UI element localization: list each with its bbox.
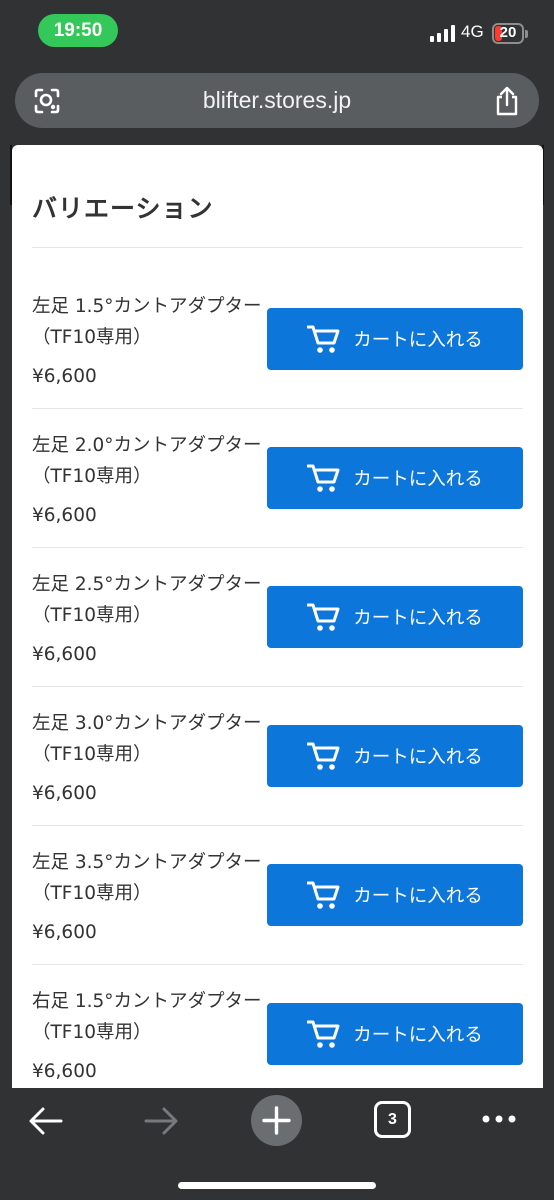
add-to-cart-button[interactable]: カートに入れる xyxy=(267,725,523,787)
divider xyxy=(32,964,523,965)
divider xyxy=(32,547,523,548)
address-bar[interactable]: blifter.stores.jp xyxy=(15,73,539,128)
variant-title: 左足 3.0°カントアダプター（TF10専用） xyxy=(32,713,262,765)
variant-price: ¥6,600 xyxy=(32,366,97,387)
network-type: 4G xyxy=(461,22,484,41)
divider xyxy=(32,408,523,409)
cellular-signal-icon xyxy=(430,24,456,42)
add-to-cart-label: カートに入れる xyxy=(353,608,483,629)
variant-price: ¥6,600 xyxy=(32,1061,97,1082)
add-to-cart-label: カートに入れる xyxy=(353,886,483,907)
add-to-cart-button[interactable]: カートに入れる xyxy=(267,447,523,509)
battery-icon: 20 xyxy=(492,23,524,44)
variant-title: 左足 2.5°カントアダプター（TF10専用） xyxy=(32,574,262,626)
add-to-cart-button[interactable]: カートに入れる xyxy=(267,864,523,926)
forward-arrow-icon[interactable] xyxy=(143,1106,179,1136)
variant-title: 右足 1.5°カントアダプター（TF10専用） xyxy=(32,991,262,1043)
divider xyxy=(32,247,523,248)
variant-price: ¥6,600 xyxy=(32,783,97,804)
variant-title: 左足 2.0°カントアダプター（TF10専用） xyxy=(32,435,262,487)
cart-icon xyxy=(307,464,340,492)
variant-title: 左足 3.5°カントアダプター（TF10専用） xyxy=(32,852,262,904)
add-to-cart-label: カートに入れる xyxy=(353,747,483,768)
cart-icon xyxy=(307,325,340,353)
url-text[interactable]: blifter.stores.jp xyxy=(15,73,539,128)
back-arrow-icon[interactable] xyxy=(28,1106,64,1136)
battery-tip xyxy=(525,30,528,38)
variant-price: ¥6,600 xyxy=(32,505,97,526)
cart-icon xyxy=(307,1020,340,1048)
status-bar: 19:50 4G 20 xyxy=(0,0,554,62)
cart-icon xyxy=(307,881,340,909)
variant-price: ¥6,600 xyxy=(32,644,97,665)
home-indicator[interactable] xyxy=(178,1182,376,1189)
add-to-cart-label: カートに入れる xyxy=(353,469,483,490)
cart-icon xyxy=(307,603,340,631)
add-to-cart-label: カートに入れる xyxy=(353,330,483,351)
section-heading: バリエーション xyxy=(32,194,214,223)
tab-switcher-button[interactable]: 3 xyxy=(374,1101,411,1138)
status-time: 19:50 xyxy=(38,14,118,47)
variations-panel: バリエーション 左足 1.5°カントアダプター（TF10専用） ¥6,600 カ… xyxy=(12,145,543,1088)
share-icon[interactable] xyxy=(493,85,521,117)
variant-price: ¥6,600 xyxy=(32,922,97,943)
add-to-cart-button[interactable]: カートに入れる xyxy=(267,586,523,648)
battery-level: 20 xyxy=(499,24,517,41)
divider xyxy=(32,825,523,826)
lens-icon[interactable] xyxy=(33,87,61,115)
plus-icon xyxy=(262,1106,291,1135)
more-options-icon[interactable] xyxy=(481,1114,517,1124)
add-to-cart-button[interactable]: カートに入れる xyxy=(267,308,523,370)
add-to-cart-button[interactable]: カートに入れる xyxy=(267,1003,523,1065)
cart-icon xyxy=(307,742,340,770)
variant-title: 左足 1.5°カントアダプター（TF10専用） xyxy=(32,296,262,348)
add-to-cart-label: カートに入れる xyxy=(353,1025,483,1046)
divider xyxy=(32,686,523,687)
new-tab-button[interactable] xyxy=(251,1095,302,1146)
